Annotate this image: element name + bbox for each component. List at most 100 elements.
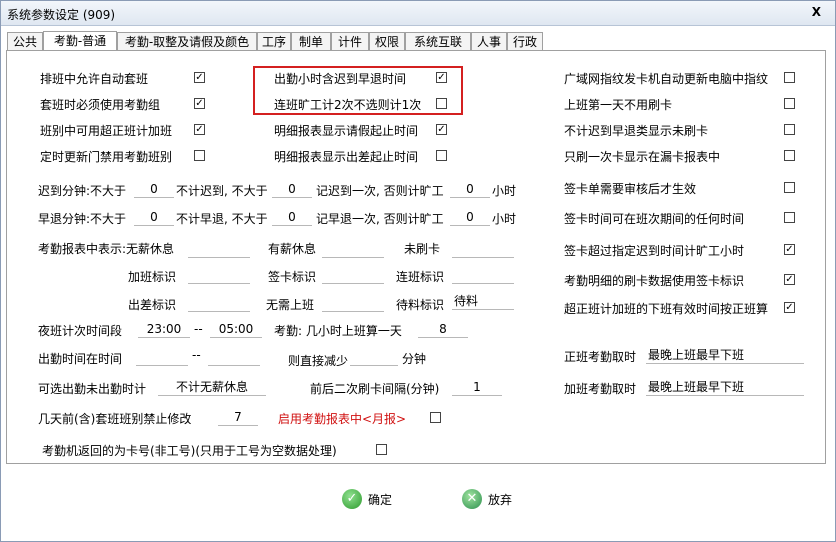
sign-mark-text-label: 签卡标识 bbox=[268, 270, 317, 284]
duty-reduce-label: 则直接减少 bbox=[288, 354, 349, 368]
trip-mark-input[interactable] bbox=[188, 294, 250, 312]
leave-time-checkbox[interactable]: ✓ bbox=[436, 124, 447, 135]
no-card-label: 未刷卡 bbox=[404, 242, 441, 256]
swipe-interval-label: 前后二次刷卡间隔(分钟) bbox=[310, 382, 440, 396]
early-absent-hours-input[interactable] bbox=[450, 208, 490, 226]
overtime-shift-label: 班别中可用超正班计加班 bbox=[40, 124, 173, 138]
sign-audit-checkbox[interactable] bbox=[784, 182, 795, 193]
duty-reduce-input[interactable] bbox=[350, 348, 398, 366]
highlight-box bbox=[253, 66, 463, 115]
tab-common[interactable]: 公共 bbox=[7, 32, 43, 50]
overtime-mark-label: 加班标识 bbox=[128, 270, 177, 284]
late-label-1: 迟到分钟:不大于 bbox=[38, 184, 127, 198]
sign-mark-label: 考勤明细的刷卡数据使用签卡标识 bbox=[564, 274, 745, 288]
duty-time-label: 出勤时间在时间 bbox=[38, 352, 123, 366]
fingerprint-update-checkbox[interactable] bbox=[784, 72, 795, 83]
tab-permission[interactable]: 权限 bbox=[369, 32, 405, 50]
early-unit: 小时 bbox=[492, 212, 517, 226]
card-number-checkbox[interactable] bbox=[376, 444, 387, 455]
tab-hr[interactable]: 人事 bbox=[471, 32, 507, 50]
group-shift-label: 套班时必须使用考勤组 bbox=[40, 98, 161, 112]
fingerprint-update-label: 广域网指纹发卡机自动更新电脑中指纹 bbox=[564, 72, 769, 86]
first-day-label: 上班第一天不用刷卡 bbox=[564, 98, 673, 112]
close-button[interactable]: X bbox=[812, 5, 821, 19]
night-to-input[interactable] bbox=[210, 320, 262, 338]
unpaid-rest-input[interactable] bbox=[188, 240, 250, 258]
window-title: 系统参数设定 (909) bbox=[7, 8, 116, 22]
trip-time-checkbox[interactable] bbox=[436, 150, 447, 161]
card-number-label: 考勤机返回的为卡号(非工号)(只用于工号为空数据处理) bbox=[42, 444, 337, 458]
trip-time-label: 明细报表显示出差起止时间 bbox=[274, 150, 419, 164]
consecutive-mark-input[interactable] bbox=[452, 266, 514, 284]
sign-any-time-checkbox[interactable] bbox=[784, 212, 795, 223]
first-day-checkbox[interactable] bbox=[784, 98, 795, 109]
optional-absent-select[interactable] bbox=[158, 378, 266, 396]
pending-mark-input[interactable] bbox=[452, 292, 514, 310]
overtime-shift-checkbox[interactable]: ✓ bbox=[194, 124, 205, 135]
no-late-display-checkbox[interactable] bbox=[784, 124, 795, 135]
optional-absent-label: 可选出勤未出勤时计 bbox=[38, 382, 147, 396]
late-label-3: 记迟到一次, 否则计旷工 bbox=[316, 184, 444, 198]
cancel-button[interactable]: ✕ 放弃 bbox=[462, 486, 512, 512]
early-label-2: 不计早退, 不大于 bbox=[176, 212, 268, 226]
duty-unit: 分钟 bbox=[402, 352, 427, 366]
tab-system-link[interactable]: 系统互联 bbox=[405, 32, 471, 50]
sign-any-time-label: 签卡时间可在班次期间的任何时间 bbox=[564, 212, 745, 226]
group-shift-checkbox[interactable]: ✓ bbox=[194, 98, 205, 109]
swipe-interval-input[interactable] bbox=[452, 378, 502, 396]
sign-mark-input[interactable] bbox=[322, 266, 384, 284]
early-min-input[interactable] bbox=[134, 208, 174, 226]
ok-button[interactable]: ✓ 确定 bbox=[342, 486, 392, 512]
ot-fetch-label: 加班考勤取时 bbox=[564, 382, 637, 396]
monthly-report-label: 启用考勤报表中<月报> bbox=[278, 412, 407, 426]
late-absent-hours-input[interactable] bbox=[450, 180, 490, 198]
consecutive-mark-label: 连班标识 bbox=[396, 270, 445, 284]
paid-rest-input[interactable] bbox=[322, 240, 384, 258]
monthly-report-checkbox[interactable] bbox=[430, 412, 441, 423]
paid-rest-label: 有薪休息 bbox=[268, 242, 317, 256]
no-work-label: 无需上班 bbox=[266, 298, 315, 312]
tab-piecework[interactable]: 计件 bbox=[331, 32, 369, 50]
pending-mark-label: 待料标识 bbox=[396, 298, 445, 312]
early-label-1: 早退分钟:不大于 bbox=[38, 212, 127, 226]
unpaid-rest-label: 考勤报表中表示:无薪休息 bbox=[38, 242, 175, 256]
sign-mark-checkbox[interactable]: ✓ bbox=[784, 274, 795, 285]
tab-process[interactable]: 工序 bbox=[257, 32, 291, 50]
early-label-3: 记早退一次, 否则计旷工 bbox=[316, 212, 444, 226]
overtime-valid-checkbox[interactable]: ✓ bbox=[784, 302, 795, 313]
tab-order[interactable]: 制单 bbox=[291, 32, 331, 50]
tab-attendance-rounding[interactable]: 考勤-取整及请假及颜色 bbox=[117, 32, 257, 50]
tab-attendance-general[interactable]: 考勤-普通 bbox=[43, 31, 117, 51]
no-card-input[interactable] bbox=[452, 240, 514, 258]
ot-fetch-select[interactable] bbox=[646, 378, 804, 396]
sign-audit-label: 签卡单需要审核后才生效 bbox=[564, 182, 697, 196]
duty-dash: -- bbox=[192, 348, 201, 362]
sign-late-absent-label: 签卡超过指定迟到时间计旷工小时 bbox=[564, 244, 745, 258]
att-day-input[interactable] bbox=[418, 320, 468, 338]
door-update-label: 定时更新门禁用考勤班别 bbox=[40, 150, 173, 164]
late-max-input[interactable] bbox=[272, 180, 312, 198]
night-dash: -- bbox=[194, 322, 203, 336]
night-shift-label: 夜班计次时间段 bbox=[38, 324, 123, 338]
door-update-checkbox[interactable] bbox=[194, 150, 205, 161]
night-from-input[interactable] bbox=[138, 320, 190, 338]
duty-from-input[interactable] bbox=[136, 348, 188, 366]
no-work-input[interactable] bbox=[322, 294, 384, 312]
overtime-mark-input[interactable] bbox=[188, 266, 250, 284]
late-unit: 小时 bbox=[492, 184, 517, 198]
days-lock-label: 几天前(含)套班班别禁止修改 bbox=[38, 412, 192, 426]
single-swipe-label: 只刷一次卡显示在漏卡报表中 bbox=[564, 150, 721, 164]
days-lock-input[interactable] bbox=[218, 408, 258, 426]
regular-fetch-label: 正班考勤取时 bbox=[564, 350, 637, 364]
regular-fetch-select[interactable] bbox=[646, 346, 804, 364]
duty-to-input[interactable] bbox=[208, 348, 260, 366]
sign-late-absent-checkbox[interactable]: ✓ bbox=[784, 244, 795, 255]
late-min-input[interactable] bbox=[134, 180, 174, 198]
overtime-valid-label: 超正班计加班的下班有效时间按正班算 bbox=[564, 302, 769, 316]
att-day-label: 考勤: 几小时上班算一天 bbox=[274, 324, 402, 338]
single-swipe-checkbox[interactable] bbox=[784, 150, 795, 161]
early-max-input[interactable] bbox=[272, 208, 312, 226]
tab-admin[interactable]: 行政 bbox=[507, 32, 543, 50]
auto-shift-checkbox[interactable]: ✓ bbox=[194, 72, 205, 83]
ok-button-label: 确定 bbox=[368, 492, 393, 507]
